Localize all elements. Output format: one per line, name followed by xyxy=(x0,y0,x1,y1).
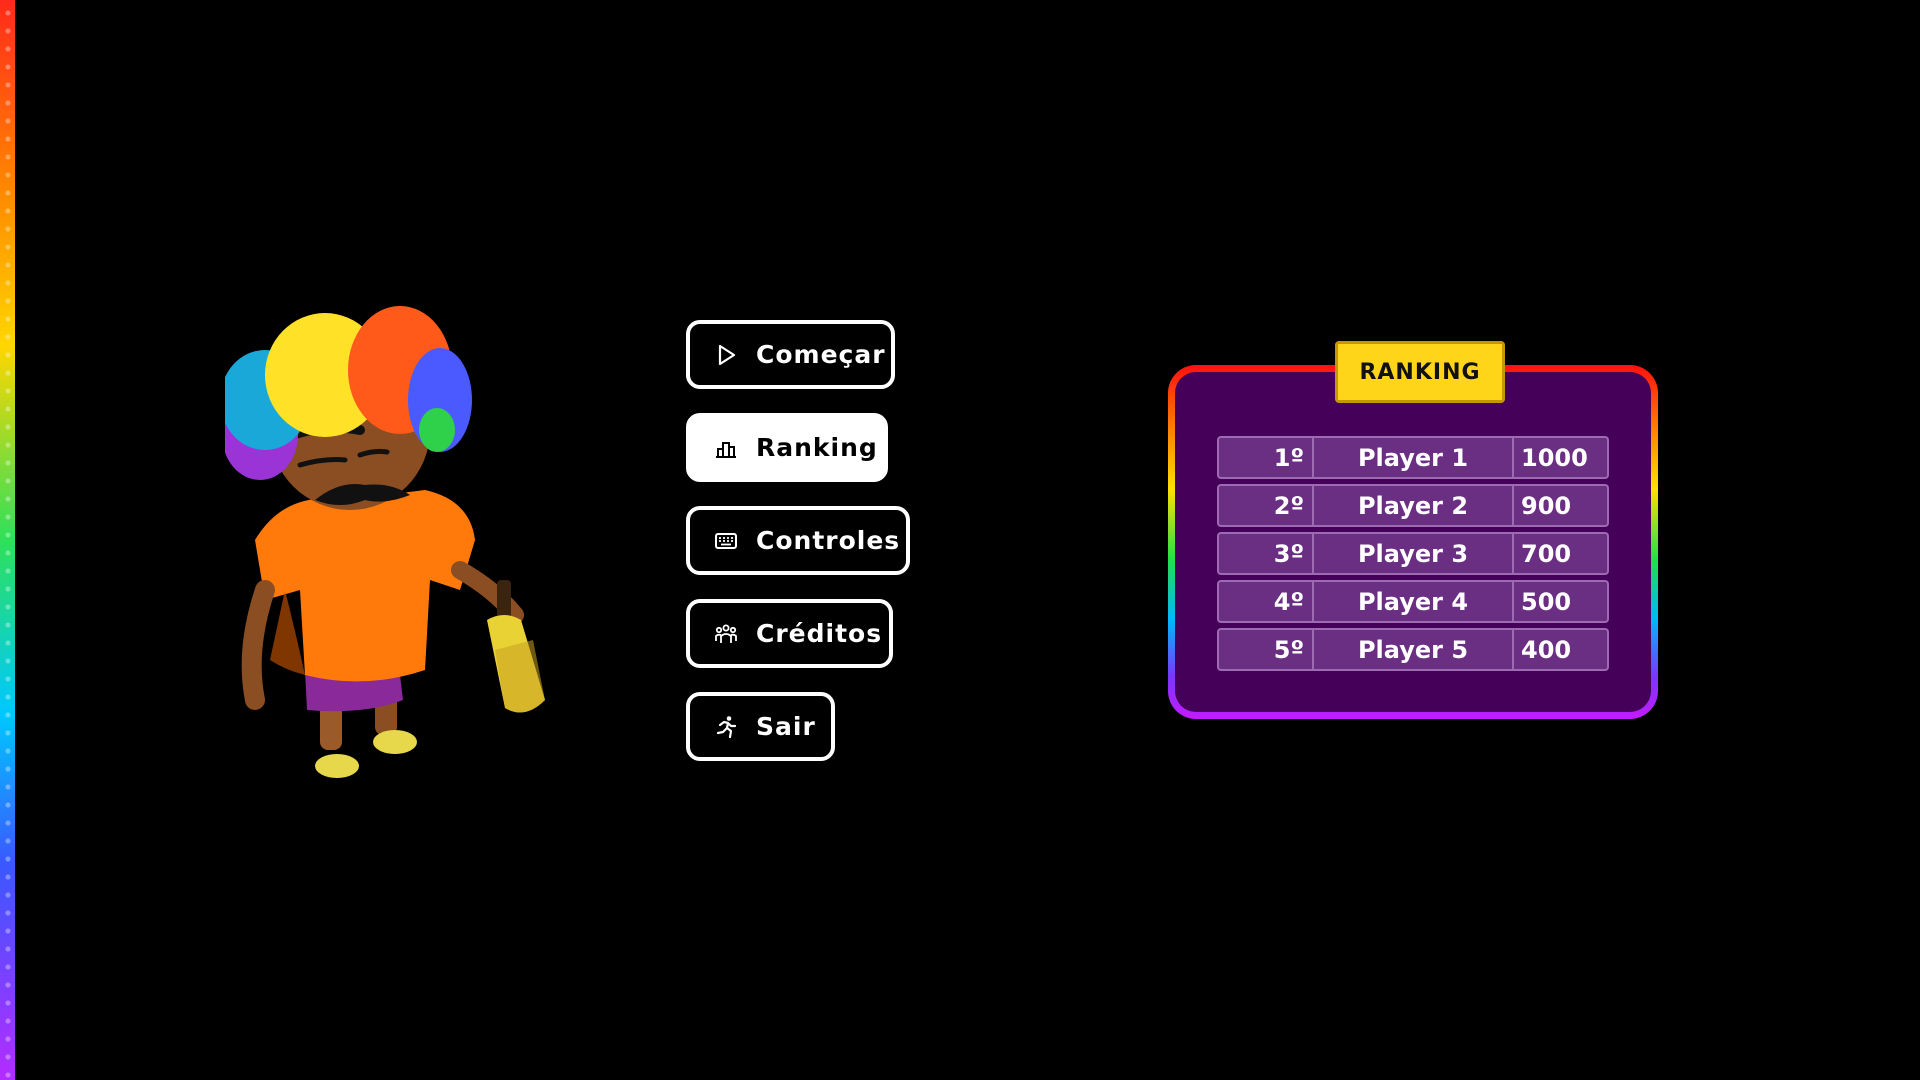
ranking-button-label: Ranking xyxy=(756,433,878,462)
exit-button-label: Sair xyxy=(756,712,816,741)
ranking-button[interactable]: Ranking xyxy=(686,413,888,482)
ranking-title: RANKING xyxy=(1335,341,1505,403)
player-name-cell: Player 2 xyxy=(1314,486,1514,525)
start-button-label: Começar xyxy=(756,340,886,369)
character-illustration xyxy=(225,306,545,778)
play-icon xyxy=(714,343,738,367)
people-icon xyxy=(714,622,738,646)
ranking-row: 3º Player 3 700 xyxy=(1217,532,1609,575)
player-name-cell: Player 5 xyxy=(1314,630,1514,669)
rank-cell: 2º xyxy=(1219,486,1314,525)
ranking-row: 5º Player 5 400 xyxy=(1217,628,1609,671)
ranking-row: 2º Player 2 900 xyxy=(1217,484,1609,527)
score-cell: 400 xyxy=(1521,635,1572,664)
score-cell: 1000 xyxy=(1521,443,1588,472)
ranking-table: 1º Player 1 1000 2º Player 2 900 3º Play… xyxy=(1217,436,1609,676)
rainbow-stripe-decoration xyxy=(0,0,15,1080)
ranking-row: 4º Player 4 500 xyxy=(1217,580,1609,623)
score-cell: 900 xyxy=(1521,491,1572,520)
podium-icon xyxy=(714,436,738,460)
credits-button[interactable]: Créditos xyxy=(686,599,893,668)
controls-button-label: Controles xyxy=(756,526,901,555)
player-name-cell: Player 1 xyxy=(1314,438,1514,477)
rank-cell: 3º xyxy=(1219,534,1314,573)
rank-cell: 5º xyxy=(1219,630,1314,669)
start-button[interactable]: Começar xyxy=(686,320,895,389)
player-name-cell: Player 4 xyxy=(1314,582,1514,621)
score-cell: 700 xyxy=(1521,539,1572,568)
running-person-icon xyxy=(714,715,738,739)
player-name-cell: Player 3 xyxy=(1314,534,1514,573)
ranking-row: 1º Player 1 1000 xyxy=(1217,436,1609,479)
rank-cell: 1º xyxy=(1219,438,1314,477)
credits-button-label: Créditos xyxy=(756,619,883,648)
rank-cell: 4º xyxy=(1219,582,1314,621)
ranking-panel: RANKING 1º Player 1 1000 2º Player 2 900… xyxy=(1168,341,1658,719)
score-cell: 500 xyxy=(1521,587,1572,616)
keyboard-icon xyxy=(714,529,738,553)
exit-button[interactable]: Sair xyxy=(686,692,835,761)
ranking-panel-inner: RANKING 1º Player 1 1000 2º Player 2 900… xyxy=(1175,341,1651,712)
controls-button[interactable]: Controles xyxy=(686,506,910,575)
